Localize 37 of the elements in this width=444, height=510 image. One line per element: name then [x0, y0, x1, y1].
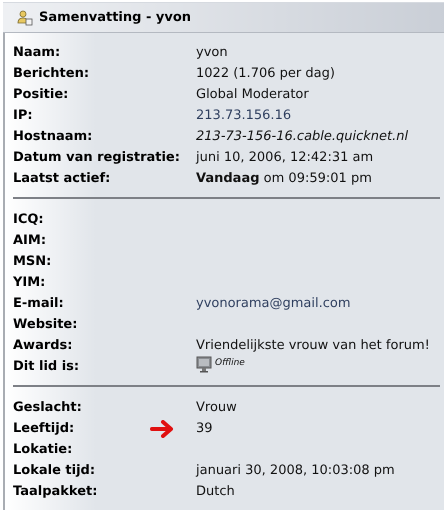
field-label: Laatst actief: [13, 171, 112, 186]
field-label: Datum van registratie: [13, 150, 181, 165]
field-label: Leeftijd: [13, 421, 76, 436]
field-value: Global Moderator [196, 87, 310, 102]
field-label: Positie: [13, 87, 70, 102]
user-icon [17, 10, 33, 26]
field-value: 213-73-156-16.cable.quicknet.nl [196, 129, 410, 144]
field-label: Taalpakket: [13, 484, 98, 499]
field-value: yvon [196, 45, 229, 60]
field-value: Vrouw [196, 400, 238, 415]
panel-title: Samenvatting - yvon [39, 10, 192, 25]
status-text: Offline [215, 357, 245, 368]
field-value: Vandaag om 09:59:01 pm [196, 171, 373, 186]
field-label: AIM: [13, 233, 48, 248]
field-value: Dutch [196, 484, 236, 499]
monitor-icon [196, 356, 212, 373]
field-label: E-mail: [13, 296, 65, 311]
field-value: januari 30, 2008, 10:03:08 pm [196, 463, 396, 478]
field-label: Awards: [13, 338, 74, 353]
field-label: IP: [13, 108, 34, 123]
field-label: YIM: [13, 275, 46, 290]
field-value: juni 10, 2006, 12:42:31 am [196, 150, 374, 165]
field-label: Berichten: [13, 66, 90, 81]
field-label: Geslacht: [13, 400, 83, 415]
field-value: Vriendelijkste vrouw van het forum! [196, 338, 431, 353]
field-value: 1022 (1.706 per dag) [196, 66, 336, 81]
field-label: Lokatie: [13, 442, 74, 457]
field-value: 39 [196, 421, 214, 436]
field-label: Hostnaam: [13, 129, 94, 144]
field-label: Naam: [13, 45, 62, 60]
field-label: Lokale tijd: [13, 463, 96, 478]
field-label: Dit lid is: [13, 359, 80, 374]
field-label: MSN: [13, 254, 52, 269]
link[interactable]: 213.73.156.16 [196, 108, 440, 123]
field-label: ICQ: [13, 212, 45, 227]
link[interactable]: yvonorama@gmail.com [196, 296, 440, 311]
field-label: Website: [13, 317, 78, 332]
